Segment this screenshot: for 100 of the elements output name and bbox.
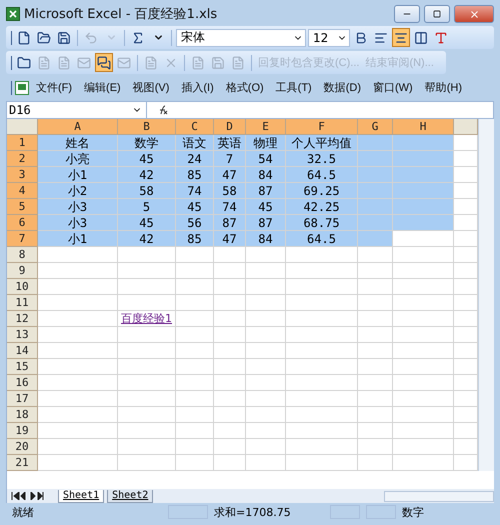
table-cell (214, 375, 246, 391)
table-cell: 小1 (38, 231, 118, 247)
table-cell (393, 391, 454, 407)
table-cell (118, 375, 176, 391)
menu-item[interactable]: 文件(F) (31, 80, 78, 95)
menu-item[interactable]: 编辑(E) (79, 80, 126, 95)
column-header[interactable]: G (358, 119, 393, 135)
table-cell (393, 311, 454, 327)
status-text: 就绪 (12, 504, 35, 520)
menu-item[interactable]: 视图(V) (128, 80, 174, 95)
table-cell: 个人平均值 (286, 135, 358, 151)
table-cell (246, 279, 286, 295)
table-cell (246, 247, 286, 263)
row-header[interactable]: 19 (7, 423, 38, 439)
row-header[interactable]: 10 (7, 279, 38, 295)
grip-icon[interactable] (10, 54, 13, 70)
menu-item[interactable]: 窗口(W) (368, 80, 418, 95)
table-cell (214, 311, 246, 327)
row-header[interactable]: 21 (7, 455, 38, 471)
menu-item[interactable]: 数据(D) (318, 80, 366, 95)
column-header[interactable]: H (393, 119, 454, 135)
table-cell (393, 455, 454, 471)
table-cell (176, 407, 214, 423)
menu-item[interactable]: 工具(T) (270, 80, 317, 95)
table-cell (454, 407, 478, 423)
hyperlink[interactable]: 百度经验1 (121, 313, 172, 324)
table-cell (246, 375, 286, 391)
row-header[interactable]: 20 (7, 439, 38, 455)
row-header[interactable]: 4 (7, 183, 38, 199)
column-header[interactable]: C (176, 119, 214, 135)
speech-bubbles-icon[interactable] (95, 53, 113, 72)
table-cell (176, 343, 214, 359)
row-header[interactable]: 1 (7, 135, 38, 151)
align-center-icon[interactable] (392, 28, 410, 47)
table-cell (358, 359, 393, 375)
table-cell (393, 343, 454, 359)
table-cell: 数学 (118, 135, 176, 151)
menu-item[interactable]: 格式(O) (220, 80, 269, 95)
table-cell (214, 343, 246, 359)
table-cell: 英语 (214, 135, 246, 151)
sheet-tab[interactable]: Sheet2 (107, 490, 154, 502)
table-cell (393, 263, 454, 279)
menu-item[interactable]: 帮助(H) (420, 80, 467, 95)
menu-item[interactable]: 插入(I) (176, 80, 219, 95)
table-cell (214, 295, 246, 311)
spreadsheet-icon[interactable] (15, 80, 29, 94)
close-button[interactable] (454, 5, 494, 23)
table-cell (286, 279, 358, 295)
spreadsheet-icon (6, 7, 20, 21)
sheet-tab[interactable]: Sheet1 (58, 490, 104, 502)
table-cell (214, 455, 246, 471)
column-header[interactable]: F (286, 119, 358, 135)
mode-text: 数字 (402, 504, 424, 520)
table-cell (393, 279, 454, 295)
grip-icon[interactable] (10, 80, 13, 96)
table-cell: 74 (214, 199, 246, 215)
table-cell (454, 327, 478, 343)
column-header[interactable]: E (246, 119, 286, 135)
table-cell (286, 359, 358, 375)
row-header[interactable]: 12 (7, 311, 38, 327)
table-cell (358, 279, 393, 295)
table-cell: 64.5 (286, 231, 358, 247)
table-cell: 小2 (38, 183, 118, 199)
table-cell (454, 375, 478, 391)
sum-text: 求和=1708.75 (214, 504, 292, 520)
row-header[interactable]: 16 (7, 375, 38, 391)
row-header[interactable]: 5 (7, 199, 38, 215)
font-size-field[interactable]: 12 (308, 28, 350, 46)
row-header[interactable]: 13 (7, 327, 38, 343)
maximize-button[interactable] (424, 5, 450, 23)
table-cell (118, 455, 176, 471)
horizontal-scrollbar[interactable] (384, 490, 494, 502)
column-header[interactable]: A (38, 119, 118, 135)
table-cell (454, 295, 478, 311)
row-header[interactable]: 3 (7, 167, 38, 183)
table-cell (358, 375, 393, 391)
table-cell (393, 295, 454, 311)
row-header[interactable]: 17 (7, 391, 38, 407)
column-header[interactable]: D (214, 119, 246, 135)
table-cell (454, 231, 478, 247)
column-header[interactable]: B (118, 119, 176, 135)
row-header[interactable]: 8 (7, 247, 38, 263)
font-field[interactable]: 宋体 (176, 28, 306, 46)
row-header[interactable]: 2 (7, 151, 38, 167)
table-cell (358, 247, 393, 263)
row-header[interactable]: 11 (7, 295, 38, 311)
table-cell (358, 423, 393, 439)
row-header[interactable]: 14 (7, 343, 38, 359)
table-cell (214, 423, 246, 439)
grip-icon[interactable] (10, 30, 13, 46)
row-header[interactable]: 6 (7, 215, 38, 231)
table-cell (454, 279, 478, 295)
row-header[interactable]: 18 (7, 407, 38, 423)
vertical-scrollbar[interactable] (478, 119, 494, 471)
table-cell (118, 263, 176, 279)
row-header[interactable]: 15 (7, 359, 38, 375)
row-header[interactable]: 9 (7, 263, 38, 279)
table-cell (118, 423, 176, 439)
table-cell (454, 151, 478, 167)
row-header[interactable]: 7 (7, 231, 38, 247)
